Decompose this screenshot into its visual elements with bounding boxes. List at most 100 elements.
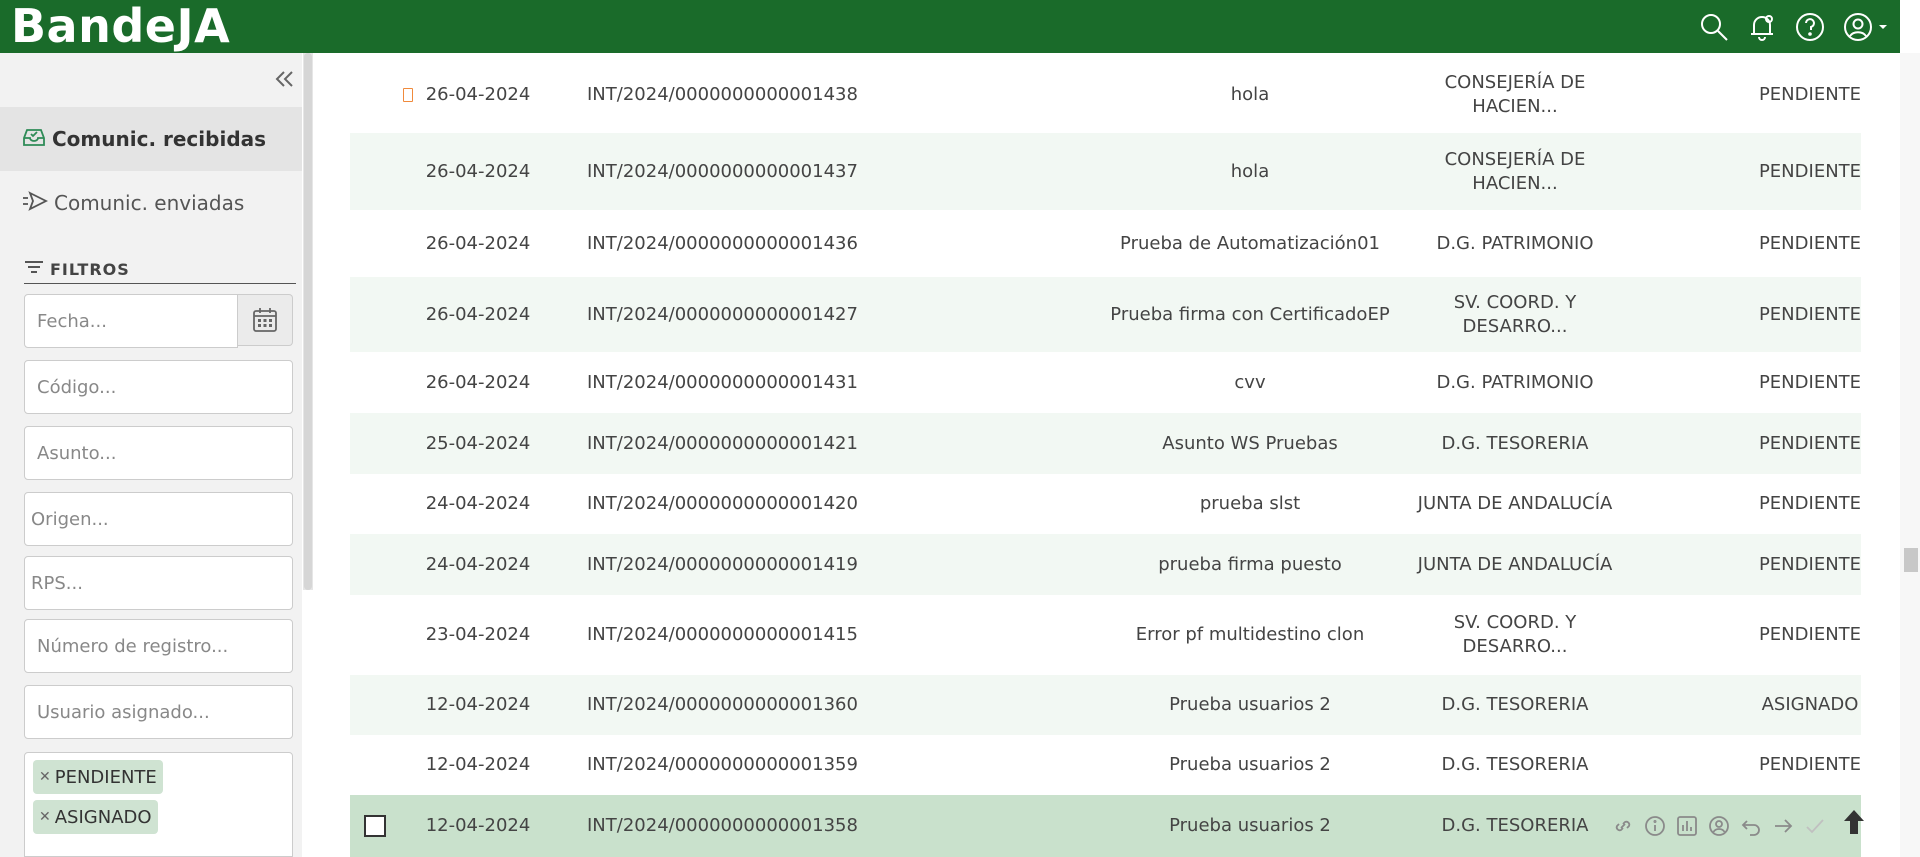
code-cell: INT/2024/0000000000001436 xyxy=(587,232,858,254)
code-cell: INT/2024/0000000000001431 xyxy=(587,371,858,393)
table-row[interactable]: 12-04-2024 INT/2024/0000000000001359 Prueb… xyxy=(350,735,1861,795)
table-row[interactable]: 23-04-2024 INT/2024/0000000000001415 Error… xyxy=(350,595,1861,675)
table-row[interactable]: 26-04-2024 INT/2024/0000000000001427 Prueb… xyxy=(350,277,1861,352)
status-cell: PENDIENTE xyxy=(1758,303,1862,325)
table-row[interactable]: 12-04-2024 INT/2024/0000000000001358 Prueb… xyxy=(350,795,1861,857)
subject-filter-input[interactable]: Asunto... xyxy=(24,426,293,480)
link-icon[interactable] xyxy=(1611,815,1635,842)
table-row[interactable]: 25-04-2024 INT/2024/0000000000001421 Asunt… xyxy=(350,413,1861,474)
collapse-sidebar-icon[interactable] xyxy=(271,66,297,92)
date-cell: 23-04-2024 xyxy=(425,624,531,645)
filter-icon xyxy=(24,259,44,279)
status-filter-multiselect[interactable]: ✕ PENDIENTE ✕ ASIGNADO xyxy=(24,752,293,857)
code-cell: INT/2024/0000000000001420 xyxy=(587,493,858,514)
table-row[interactable]: 26-04-2024 INT/2024/0000000000001437 hola C… xyxy=(350,133,1861,210)
status-cell: ASIGNADO xyxy=(1761,694,1859,715)
calendar-icon[interactable] xyxy=(238,294,293,346)
origin-line: SV. COORD. Y xyxy=(1453,612,1577,633)
table-row[interactable]: 12-04-2024 INT/2024/0000000000001360 Prueb… xyxy=(350,675,1861,735)
status-cell: PENDIENTE xyxy=(1758,160,1862,182)
status-tag-pendiente[interactable]: ✕ PENDIENTE xyxy=(33,760,163,794)
code-cell: INT/2024/0000000000001419 xyxy=(587,553,858,575)
origin-line: HACIEN... xyxy=(1472,96,1558,117)
send-icon xyxy=(22,190,49,217)
rps-filter-input[interactable]: RPS... xyxy=(24,556,293,610)
check-icon[interactable] xyxy=(1803,815,1827,842)
origin-line: SV. COORD. Y xyxy=(1453,291,1577,313)
info-icon[interactable] xyxy=(1643,815,1667,842)
table-row[interactable]: 24-04-2024 INT/2024/0000000000001419 prueb… xyxy=(350,534,1861,595)
origin-line: D.G. PATRIMONIO xyxy=(1436,371,1594,393)
remove-tag-icon[interactable]: ✕ xyxy=(39,769,51,785)
app-logo[interactable]: BandeJA xyxy=(0,0,230,53)
origin-line: CONSEJERÍA DE xyxy=(1444,148,1586,170)
status-cell: PENDIENTE xyxy=(1758,371,1862,393)
origin-line: D.G. TESORERIA xyxy=(1441,694,1589,715)
origin-cell: D.G. TESORERIA xyxy=(1350,432,1680,456)
origin-line: CONSEJERÍA DE xyxy=(1444,72,1586,93)
code-cell: INT/2024/0000000000001415 xyxy=(587,624,858,645)
user-account-icon[interactable] xyxy=(1842,11,1890,43)
status-tag-asignado[interactable]: ✕ ASIGNADO xyxy=(33,800,158,834)
date-filter-input[interactable]: Fecha... xyxy=(24,294,238,348)
origin-cell: D.G. TESORERIA xyxy=(1350,753,1680,777)
registry-number-filter-input[interactable]: Número de registro... xyxy=(24,619,293,673)
sidebar-item-enviadas[interactable]: Comunic. enviadas xyxy=(0,171,302,235)
code-cell: INT/2024/0000000000001421 xyxy=(587,432,858,454)
notifications-icon[interactable] xyxy=(1746,11,1778,43)
origin-cell: SV. COORD. Y DESARRO... xyxy=(1350,291,1680,339)
user-assign-icon[interactable] xyxy=(1707,815,1731,842)
chart-icon[interactable] xyxy=(1675,815,1699,842)
arrow-up-icon[interactable] xyxy=(1842,808,1866,836)
date-cell: 12-04-2024 xyxy=(425,754,531,775)
date-cell: 24-04-2024 xyxy=(425,553,531,575)
sidebar-item-recibidas[interactable]: Comunic. recibidas xyxy=(0,107,302,171)
sidebar-scrollbar[interactable] xyxy=(303,53,313,590)
code-filter-input[interactable]: Código... xyxy=(24,360,293,414)
help-icon[interactable] xyxy=(1794,11,1826,43)
origin-cell: CONSEJERÍA DE HACIEN... xyxy=(1350,71,1680,119)
date-cell: 26-04-2024 xyxy=(425,232,531,254)
origin-cell: SV. COORD. Y DESARRO... xyxy=(1350,611,1680,659)
search-icon[interactable] xyxy=(1698,11,1730,43)
date-cell: 26-04-2024 xyxy=(425,303,531,325)
status-cell: PENDIENTE xyxy=(1758,624,1862,645)
origin-line: JUNTA DE ANDALUCÍA xyxy=(1417,493,1613,514)
code-cell: INT/2024/0000000000001359 xyxy=(587,754,858,775)
table-row[interactable]: 26-04-2024 INT/2024/0000000000001436 Prueb… xyxy=(350,210,1861,277)
status-cell: PENDIENTE xyxy=(1758,754,1862,775)
date-cell: 24-04-2024 xyxy=(425,493,531,514)
undo-icon[interactable] xyxy=(1739,815,1763,842)
main-scrollbar[interactable] xyxy=(1900,53,1920,857)
origin-filter-input[interactable]: Origen... xyxy=(24,492,293,546)
sidebar-item-label: Comunic. enviadas xyxy=(54,191,245,215)
filters-heading: FILTROS xyxy=(24,255,296,284)
code-cell: INT/2024/0000000000001437 xyxy=(587,160,858,182)
date-cell: 12-04-2024 xyxy=(425,815,531,836)
origin-line: JUNTA DE ANDALUCÍA xyxy=(1417,553,1613,575)
remove-tag-icon[interactable]: ✕ xyxy=(39,809,51,825)
code-cell: INT/2024/0000000000001438 xyxy=(587,84,858,105)
row-checkbox[interactable] xyxy=(364,815,386,837)
forward-arrow-icon[interactable] xyxy=(1771,815,1795,842)
inbox-icon xyxy=(22,126,46,153)
origin-line: D.G. TESORERIA xyxy=(1441,432,1589,454)
bookmark-icon[interactable] xyxy=(403,88,413,102)
code-cell: INT/2024/0000000000001360 xyxy=(587,694,858,715)
date-cell: 26-04-2024 xyxy=(425,160,531,182)
table-row[interactable]: 24-04-2024 INT/2024/0000000000001420 prueb… xyxy=(350,474,1861,534)
origin-line: D.G. TESORERIA xyxy=(1441,754,1589,775)
code-cell: INT/2024/0000000000001358 xyxy=(587,815,858,836)
origin-cell: D.G. TESORERIA xyxy=(1350,693,1680,717)
assigned-user-filter-input[interactable]: Usuario asignado... xyxy=(24,685,293,739)
table-row[interactable]: 26-04-2024 INT/2024/0000000000001431 cvv D.… xyxy=(350,352,1861,413)
status-cell: PENDIENTE xyxy=(1758,493,1862,514)
date-cell: 25-04-2024 xyxy=(425,432,531,454)
sidebar-item-label: Comunic. recibidas xyxy=(52,127,267,151)
origin-line: HACIEN... xyxy=(1472,172,1558,194)
origin-cell: JUNTA DE ANDALUCÍA xyxy=(1350,553,1680,577)
origin-line: DESARRO... xyxy=(1462,315,1568,337)
table-row[interactable]: 26-04-2024 INT/2024/0000000000001438 hola C… xyxy=(350,57,1861,133)
date-cell: 26-04-2024 xyxy=(425,371,531,393)
top-bar: BandeJA xyxy=(0,0,1900,53)
